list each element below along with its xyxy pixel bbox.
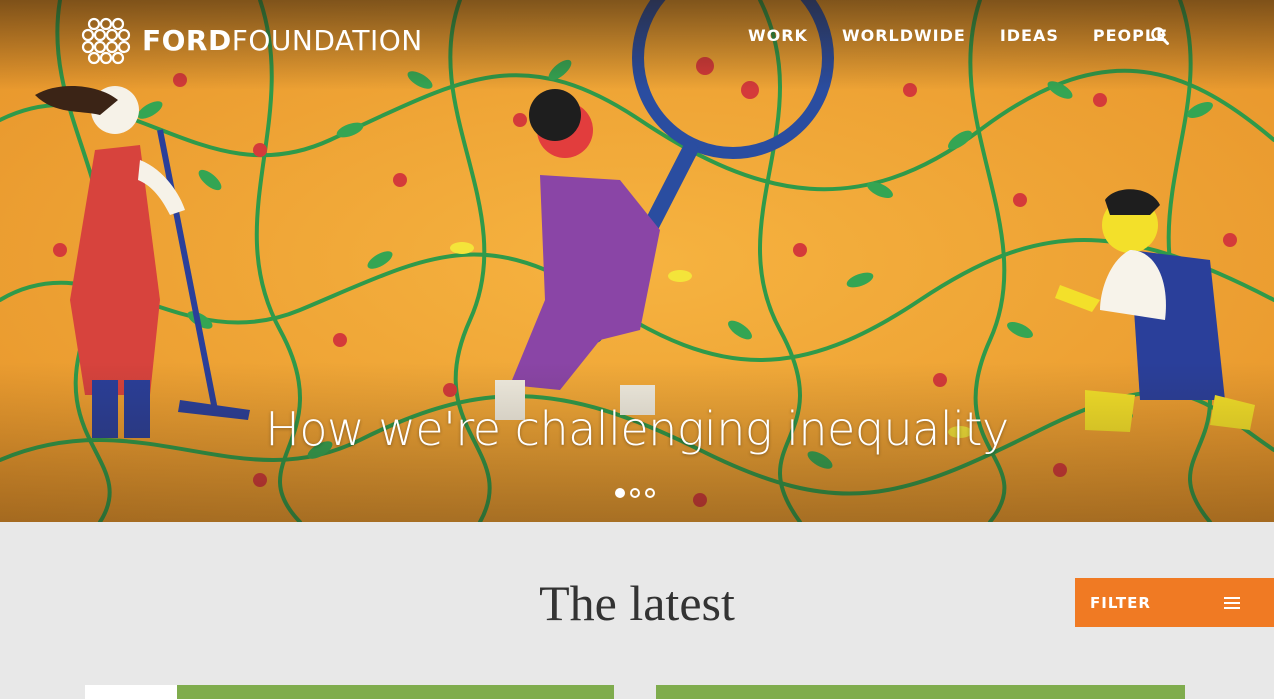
logo-link[interactable]: FORDFOUNDATION <box>80 14 423 66</box>
ford-foundation-logo-icon <box>81 17 131 65</box>
latest-card-2[interactable] <box>656 685 1185 699</box>
carousel-dot-3[interactable] <box>645 488 655 498</box>
main-nav: WORK WORLDWIDE IDEAS PEOPLE <box>714 26 1168 45</box>
nav-item-ideas[interactable]: IDEAS <box>1000 26 1059 45</box>
filter-button[interactable]: FILTER <box>1075 578 1274 627</box>
nav-item-worldwide[interactable]: WORLDWIDE <box>842 26 966 45</box>
search-icon <box>1151 27 1169 45</box>
carousel-dot-2[interactable] <box>630 488 640 498</box>
hamburger-menu-icon <box>1224 596 1240 609</box>
carousel-dot-1[interactable] <box>615 488 625 498</box>
filter-label: FILTER <box>1090 593 1151 612</box>
carousel-dots <box>615 488 660 498</box>
card-label-tab <box>85 685 177 699</box>
search-button[interactable] <box>1150 26 1170 46</box>
brand-name-bold: FORD <box>142 23 232 57</box>
brand-name: FORDFOUNDATION <box>142 24 423 57</box>
latest-card-1[interactable] <box>85 685 614 699</box>
brand-name-light: FOUNDATION <box>231 23 423 57</box>
nav-item-work[interactable]: WORK <box>748 26 808 45</box>
hero-banner[interactable]: FORDFOUNDATION WORK WORLDWIDE IDEAS PEOP… <box>0 0 1274 522</box>
hero-headline[interactable]: How we're challenging inequality <box>0 402 1274 456</box>
